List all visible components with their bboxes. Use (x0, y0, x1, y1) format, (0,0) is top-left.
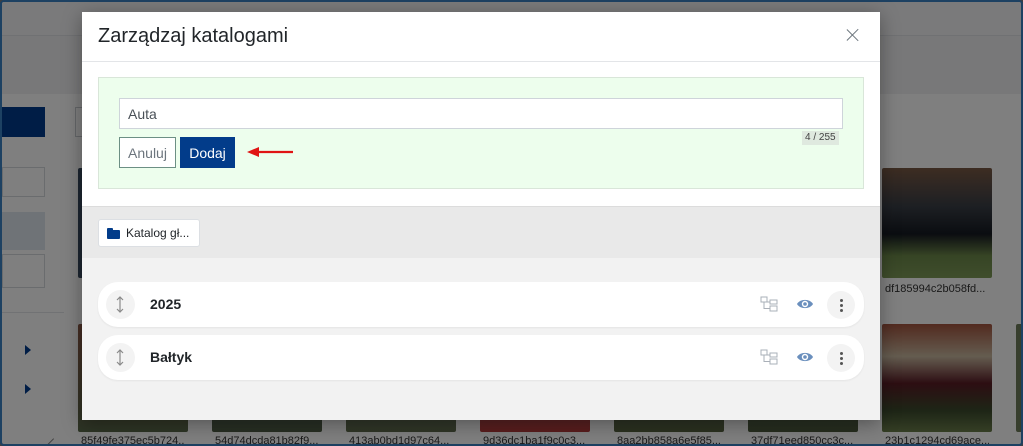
breadcrumb-root-button[interactable]: Katalog gł... (98, 219, 201, 247)
cancel-button[interactable]: Anuluj (119, 137, 176, 168)
manage-catalogs-modal: Zarządzaj katalogami 4 / 255 Anuluj Doda… (82, 12, 880, 420)
breadcrumb-bar: Katalog gł... (82, 206, 880, 258)
visibility-eye-icon[interactable] (796, 297, 814, 311)
catalog-list: 2025 Bałtyk (82, 258, 880, 420)
drag-handle[interactable] (106, 290, 135, 319)
folder-icon (107, 227, 120, 239)
add-catalog-panel: 4 / 255 Anuluj Dodaj (98, 77, 864, 189)
catalog-name: 2025 (150, 296, 182, 312)
add-button[interactable]: Dodaj (180, 137, 235, 168)
catalog-name: Bałtyk (150, 349, 193, 365)
modal-header: Zarządzaj katalogami (82, 12, 880, 62)
more-options-icon[interactable] (827, 344, 855, 372)
drag-vertical-icon (116, 349, 124, 366)
modal-title: Zarządzaj katalogami (98, 25, 289, 47)
close-icon[interactable] (844, 26, 862, 44)
breadcrumb-label: Katalog gł... (126, 226, 190, 240)
catalog-name-input[interactable] (119, 98, 843, 129)
subfolders-icon[interactable] (760, 296, 778, 312)
add-catalog-section: 4 / 255 Anuluj Dodaj (82, 62, 880, 206)
subfolders-icon[interactable] (760, 349, 778, 365)
more-options-icon[interactable] (827, 291, 855, 319)
char-counter: 4 / 255 (802, 131, 839, 145)
catalog-row[interactable]: 2025 (98, 282, 864, 327)
drag-vertical-icon (116, 296, 124, 313)
catalog-row[interactable]: Bałtyk (98, 335, 864, 380)
drag-handle[interactable] (106, 343, 135, 372)
visibility-eye-icon[interactable] (796, 350, 814, 364)
arrow-annotation-icon (247, 147, 293, 157)
